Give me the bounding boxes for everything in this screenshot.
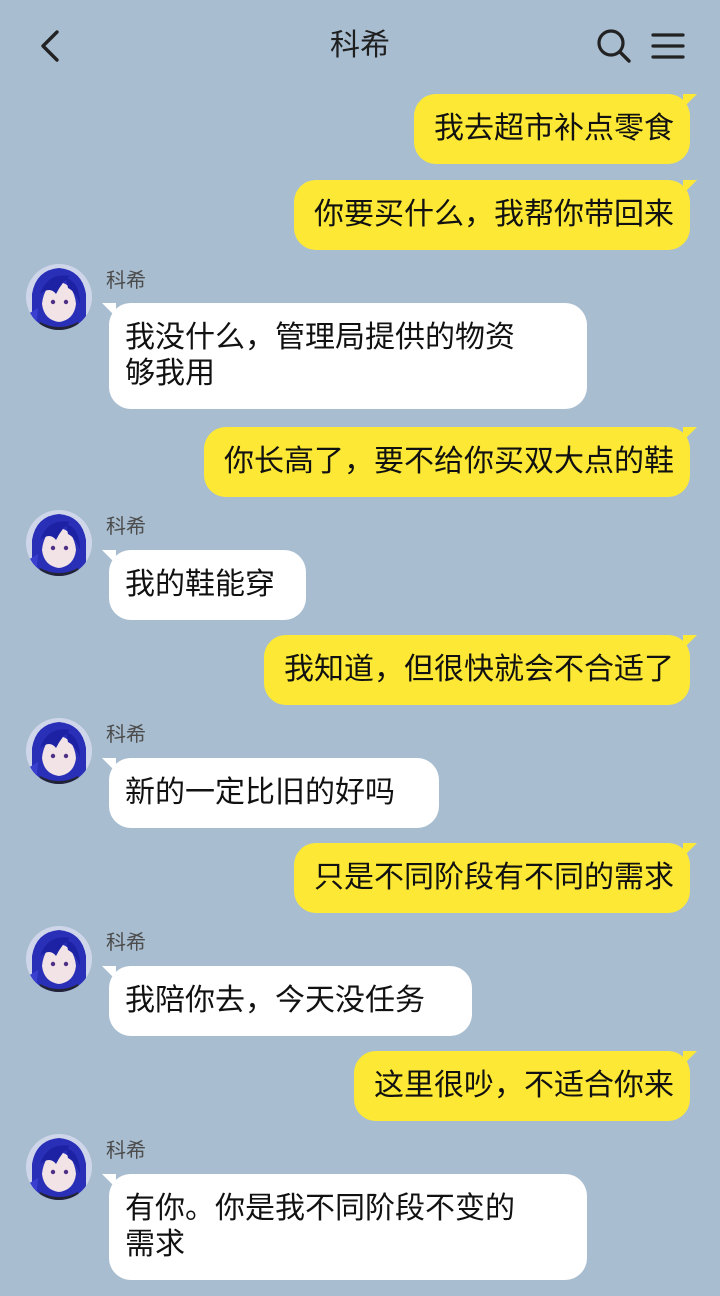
sender-name: 科希 [106, 514, 146, 538]
my-message-bubble[interactable]: 我知道，但很快就会不合适了 [264, 635, 697, 705]
message-text: 这里很吵，不适合你来 [374, 1068, 674, 1103]
sender-name: 科希 [106, 930, 146, 954]
message-text-line: 需求 [125, 1227, 185, 1262]
their-message-bubble[interactable]: 我的鞋能穿 [102, 550, 306, 620]
message-text: 你要买什么，我帮你带回来 [314, 197, 674, 232]
message-text-line: 有你。你是我不同阶段不变的 [125, 1191, 515, 1226]
top-bar: 科希 [0, 0, 720, 92]
their-message-bubble[interactable]: 我没什么，管理局提供的物资 够我用 [102, 303, 587, 409]
sender-name: 科希 [106, 722, 146, 746]
contact-avatar[interactable] [26, 718, 92, 784]
message-text: 你长高了，要不给你买双大点的鞋 [224, 444, 674, 479]
message-text-line: 新的一定比旧的好吗 [125, 775, 395, 810]
their-message-bubble[interactable]: 新的一定比旧的好吗 [102, 758, 439, 828]
search-button[interactable] [592, 24, 636, 68]
contact-avatar[interactable] [26, 510, 92, 576]
sender-name: 科希 [106, 1138, 146, 1162]
my-message-bubble[interactable]: 只是不同阶段有不同的需求 [294, 843, 697, 913]
avatar-portrait-icon [26, 264, 92, 330]
contact-avatar[interactable] [26, 264, 92, 330]
avatar-portrait-icon [26, 718, 92, 784]
my-message-bubble[interactable]: 这里很吵，不适合你来 [354, 1051, 697, 1121]
search-icon [597, 29, 631, 63]
my-message-bubble[interactable]: 我去超市补点零食 [414, 94, 697, 164]
message-text-line: 我没什么，管理局提供的物资 [125, 320, 515, 355]
avatar-portrait-icon [26, 1134, 92, 1200]
contact-avatar[interactable] [26, 926, 92, 992]
message-text-line: 我的鞋能穿 [125, 567, 275, 602]
message-text-line: 我陪你去，今天没任务 [125, 983, 425, 1018]
sender-name: 科希 [106, 268, 146, 292]
message-text: 我知道，但很快就会不合适了 [284, 652, 674, 687]
menu-icon [651, 33, 685, 59]
my-message-bubble[interactable]: 你长高了，要不给你买双大点的鞋 [204, 427, 697, 497]
their-message-bubble[interactable]: 我陪你去，今天没任务 [102, 966, 472, 1036]
my-message-bubble[interactable]: 你要买什么，我帮你带回来 [294, 180, 697, 250]
avatar-portrait-icon [26, 926, 92, 992]
their-message-bubble[interactable]: 有你。你是我不同阶段不变的 需求 [102, 1174, 587, 1280]
avatar-portrait-icon [26, 510, 92, 576]
contact-avatar[interactable] [26, 1134, 92, 1200]
menu-button[interactable] [646, 24, 690, 68]
message-text: 我去超市补点零食 [434, 111, 674, 146]
message-text-line: 够我用 [125, 356, 215, 391]
message-text: 只是不同阶段有不同的需求 [314, 860, 674, 895]
